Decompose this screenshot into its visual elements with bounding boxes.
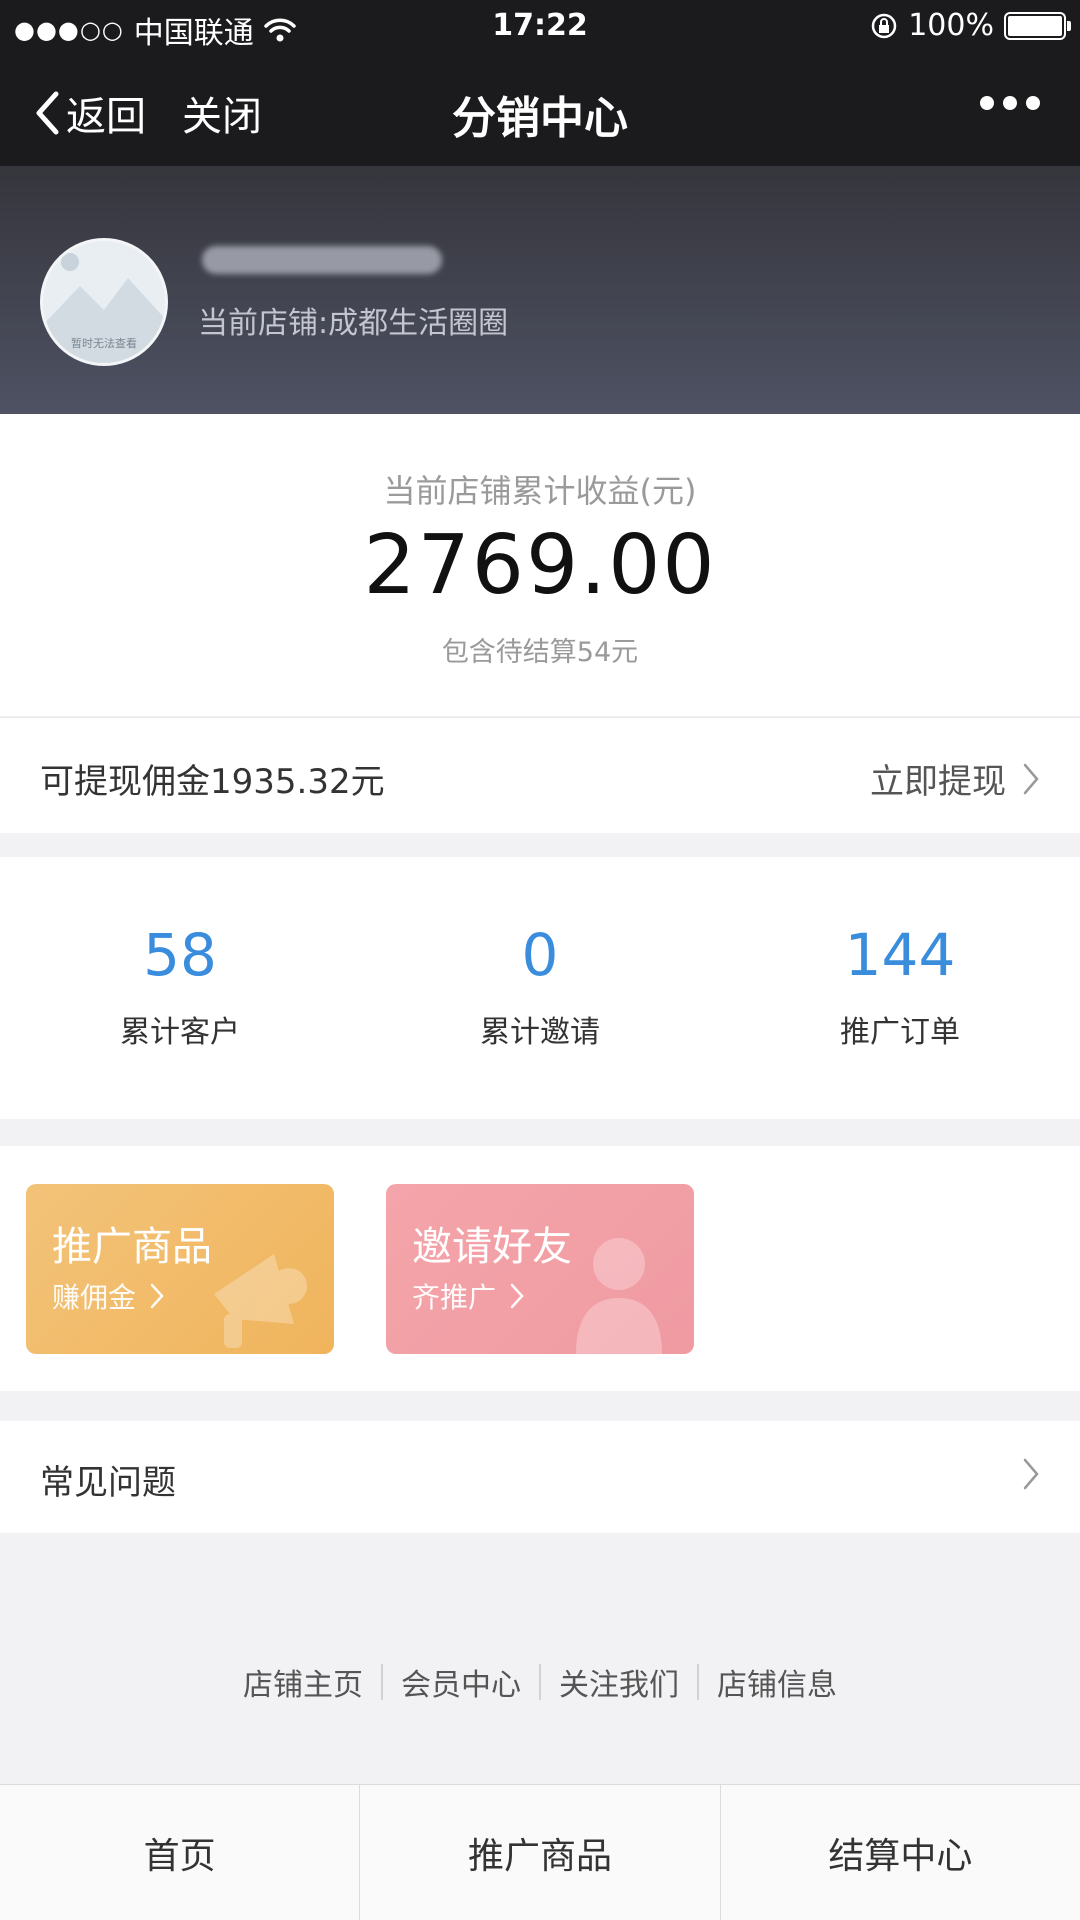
stat-invites[interactable]: 0 累计邀请	[360, 921, 720, 1051]
chevron-right-icon	[150, 1283, 164, 1309]
profile-header: 暂时无法查看 当前店铺:成都生活圈圈	[0, 166, 1080, 414]
stats-panel: 58 累计客户 0 累计邀请 144 推广订单	[0, 857, 1080, 1119]
earnings-value: 2769.00	[363, 518, 717, 613]
avatar-caption: 暂时无法查看	[71, 337, 137, 350]
card-title: 邀请好友	[412, 1224, 572, 1270]
stat-value: 58	[143, 921, 217, 989]
card-subtitle-text: 齐推广	[412, 1281, 497, 1314]
withdraw-row[interactable]: 可提现佣金1935.32元 立即提现	[0, 717, 1080, 833]
invite-friends-card[interactable]: 邀请好友 齐推广	[386, 1184, 694, 1354]
chevron-right-icon	[510, 1283, 524, 1309]
username-blurred	[202, 246, 442, 274]
status-bar: ●●●○○ 中国联通 17:22 100%	[0, 0, 1080, 54]
footer-link-store-home[interactable]: 店铺主页	[225, 1660, 381, 1704]
current-store-label: 当前店铺:成都生活圈圈	[198, 306, 509, 341]
card-subtitle: 赚佣金	[52, 1276, 164, 1316]
withdraw-now-link[interactable]: 立即提现	[870, 754, 1040, 803]
faq-label: 常见问题	[40, 1463, 176, 1503]
status-right: 100%	[870, 8, 1071, 43]
chevron-right-icon	[1023, 763, 1039, 794]
stat-label: 累计客户	[120, 1015, 240, 1050]
stat-customers[interactable]: 58 累计客户	[0, 921, 360, 1051]
tab-promote-products[interactable]: 推广商品	[360, 1785, 721, 1920]
promote-products-card[interactable]: 推广商品 赚佣金	[26, 1184, 334, 1354]
footer-link-store-info[interactable]: 店铺信息	[699, 1660, 855, 1704]
earnings-card: 当前店铺累计收益(元) 2769.00 包含待结算54元	[0, 414, 1080, 716]
chevron-right-icon	[1023, 1458, 1039, 1490]
stat-label: 累计邀请	[480, 1015, 600, 1050]
earnings-label: 当前店铺累计收益(元)	[383, 472, 697, 510]
rotation-lock-icon	[871, 13, 897, 38]
promo-section: 推广商品 赚佣金 邀请好友 齐推广	[0, 1146, 1080, 1391]
stat-orders[interactable]: 144 推广订单	[720, 921, 1080, 1051]
withdraw-now-label: 立即提现	[870, 762, 1006, 802]
footer-link-member-center[interactable]: 会员中心	[383, 1660, 539, 1704]
battery-percent: 100%	[908, 8, 994, 43]
page-title: 分销中心	[452, 93, 628, 144]
footer-links: 店铺主页 会员中心 关注我们 店铺信息	[0, 1660, 1080, 1704]
bottom-tab-bar: 首页 推广商品 结算中心	[0, 1784, 1080, 1920]
tab-settlement-center[interactable]: 结算中心	[721, 1785, 1080, 1920]
card-subtitle-text: 赚佣金	[52, 1281, 137, 1314]
stat-value: 0	[521, 921, 559, 989]
stat-label: 推广订单	[840, 1015, 960, 1050]
faq-row[interactable]: 常见问题	[0, 1421, 1080, 1533]
more-options-icon[interactable]	[980, 96, 1040, 110]
megaphone-icon	[214, 1254, 307, 1348]
nav-bar: 返回 关闭 分销中心	[0, 54, 1080, 166]
pending-settlement-note: 包含待结算54元	[441, 637, 639, 668]
card-subtitle: 齐推广	[412, 1276, 524, 1316]
withdrawable-commission: 可提现佣金1935.32元	[40, 762, 385, 802]
stat-value: 144	[844, 921, 956, 989]
tab-home[interactable]: 首页	[0, 1785, 361, 1920]
user-icon	[576, 1238, 662, 1354]
avatar[interactable]: 暂时无法查看	[40, 238, 168, 366]
footer-link-follow-us[interactable]: 关注我们	[541, 1660, 697, 1704]
card-title: 推广商品	[52, 1224, 212, 1270]
battery-icon	[1004, 11, 1071, 40]
